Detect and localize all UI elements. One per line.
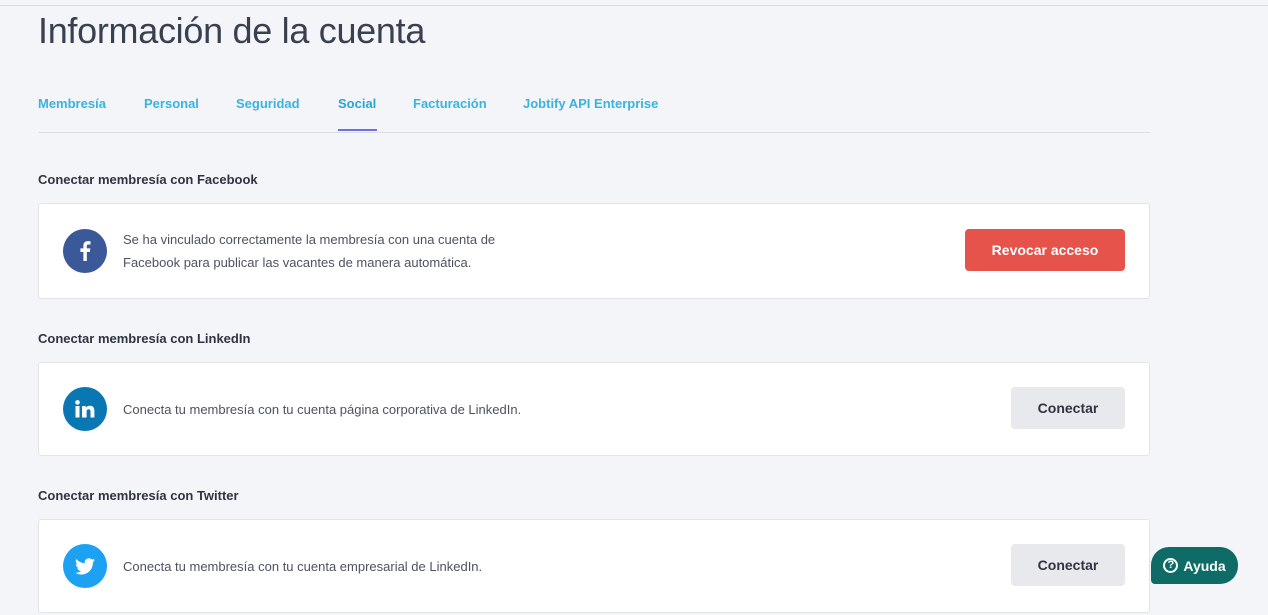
facebook-description: Se ha vinculado correctamente la membres… — [123, 228, 495, 274]
tab-facturacion[interactable]: Facturación — [413, 96, 487, 111]
page-title: Información de la cuenta — [38, 10, 426, 51]
facebook-description-line1: Se ha vinculado correctamente la membres… — [123, 232, 496, 247]
question-circle-icon: ? — [1163, 558, 1179, 573]
tab-membresia[interactable]: Membresía — [38, 96, 106, 111]
revoke-access-button[interactable]: Revocar acceso — [965, 229, 1125, 271]
facebook-section-heading: Conectar membresía con Facebook — [38, 172, 258, 187]
tab-personal[interactable]: Personal — [144, 96, 199, 111]
connect-twitter-button[interactable]: Conectar — [1011, 544, 1125, 586]
tab-seguridad[interactable]: Seguridad — [236, 96, 300, 111]
twitter-icon — [63, 544, 107, 588]
facebook-card: Se ha vinculado correctamente la membres… — [38, 203, 1150, 299]
help-label: Ayuda — [1183, 557, 1226, 574]
twitter-card: Conecta tu membresía con tu cuenta empre… — [38, 519, 1150, 613]
twitter-section-heading: Conectar membresía con Twitter — [38, 488, 239, 503]
tab-social[interactable]: Social — [338, 96, 376, 111]
tab-jobtify-api-enterprise[interactable]: Jobtify API Enterprise — [523, 96, 658, 111]
active-tab-indicator — [338, 129, 377, 131]
twitter-description: Conecta tu membresía con tu cuenta empre… — [123, 559, 483, 574]
linkedin-description: Conecta tu membresía con tu cuenta págin… — [123, 402, 522, 417]
top-divider — [0, 5, 1268, 6]
facebook-icon — [63, 229, 107, 273]
connect-linkedin-button[interactable]: Conectar — [1011, 387, 1125, 429]
linkedin-card: Conecta tu membresía con tu cuenta págin… — [38, 362, 1150, 456]
account-tabs: Membresía Personal Seguridad Social Fact… — [38, 96, 1150, 133]
facebook-description-line2: Facebook para publicar las vacantes de m… — [123, 255, 472, 270]
help-button[interactable]: ? Ayuda — [1151, 547, 1238, 584]
linkedin-icon — [63, 387, 107, 431]
linkedin-section-heading: Conectar membresía con LinkedIn — [38, 331, 251, 346]
